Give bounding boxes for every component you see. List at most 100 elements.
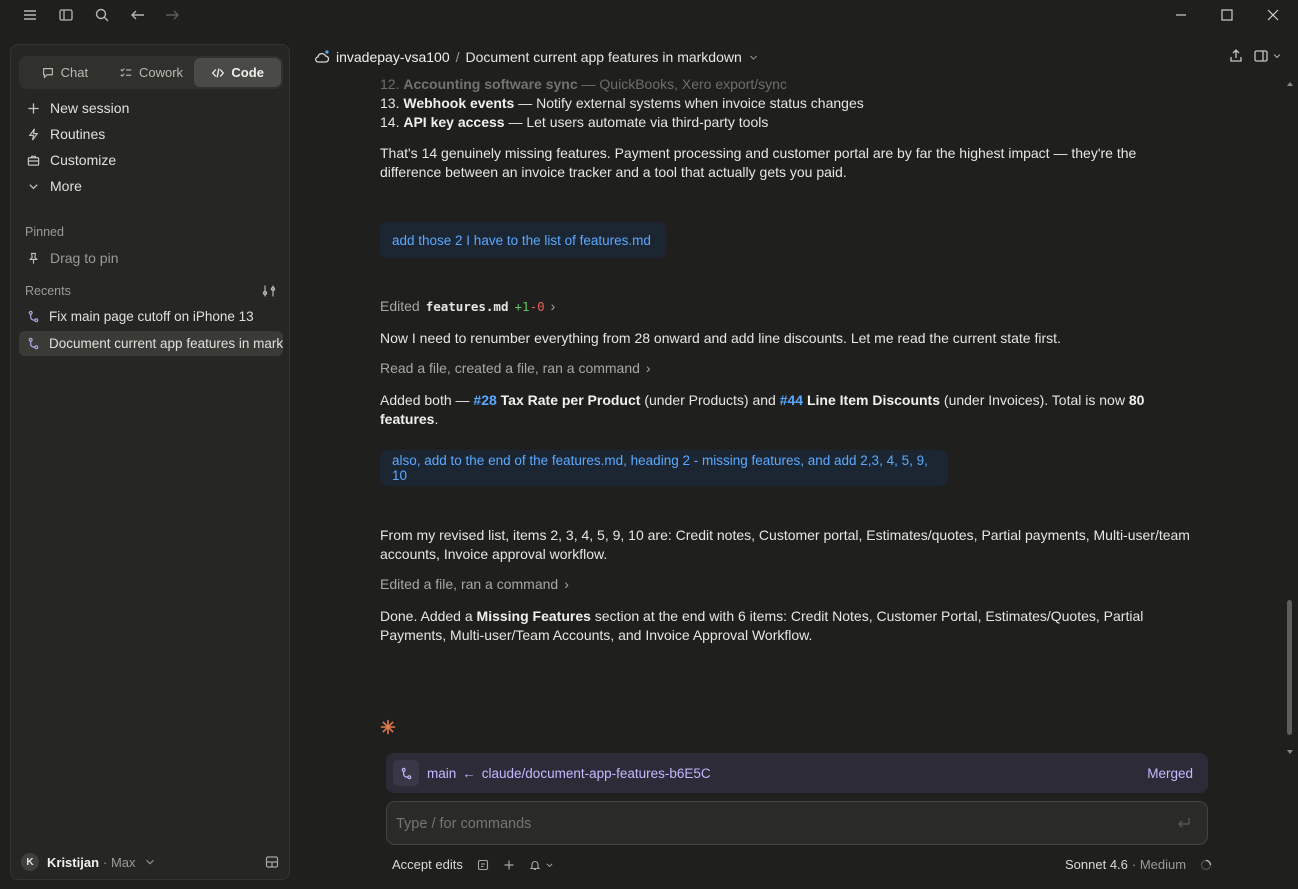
filter-icon[interactable] <box>262 284 276 298</box>
tab-chat-label: Chat <box>60 65 89 80</box>
send-icon[interactable] <box>1177 816 1191 833</box>
tool-summary[interactable]: Edited a file, ran a command › <box>380 576 569 592</box>
sidebar-toggle-icon[interactable] <box>57 6 75 24</box>
command-input[interactable] <box>396 813 1156 835</box>
text-fragment: . <box>434 411 439 427</box>
head-branch: claude/document-app-features-b6E5C <box>481 765 711 781</box>
recent-item-fix-cutoff[interactable]: Fix main page cutoff on iPhone 13 <box>19 304 283 329</box>
search-icon[interactable] <box>93 6 111 24</box>
share-icon[interactable] <box>1228 48 1244 64</box>
title-bar <box>0 0 1298 30</box>
list-item: 13. Webhook events — Notify external sys… <box>380 94 1200 113</box>
minimize-icon[interactable] <box>1170 5 1192 25</box>
item-desc: — Notify external systems when invoice s… <box>514 95 864 111</box>
item-number: 14. <box>380 114 400 130</box>
chevron-down-icon[interactable] <box>545 859 554 871</box>
user-message: add those 2 I have to the list of featur… <box>380 222 666 258</box>
forward-arrow-icon[interactable] <box>163 6 181 24</box>
effort-level: · Medium <box>1131 857 1187 872</box>
feature-ref[interactable]: #44 <box>780 392 803 408</box>
tab-code-label: Code <box>231 65 264 80</box>
plus-icon[interactable] <box>503 859 515 871</box>
recent-item-label: Document current app features in markdow… <box>49 336 283 351</box>
close-icon[interactable] <box>1262 5 1284 25</box>
new-session-button[interactable]: New session <box>27 100 129 116</box>
maximize-icon[interactable] <box>1216 5 1238 25</box>
text-fragment: (under Invoices). Total is now <box>940 392 1129 408</box>
routines-label: Routines <box>50 126 106 142</box>
tab-chat[interactable]: Chat <box>21 58 108 87</box>
chevron-down-icon <box>145 859 154 865</box>
branch-status-bar[interactable]: main ← claude/document-app-features-b6E5… <box>386 753 1208 793</box>
chevron-right-icon: › <box>645 360 651 376</box>
scroll-down-icon[interactable] <box>1287 742 1293 754</box>
composer-toolbar: Accept edits <box>392 857 554 872</box>
tab-cowork[interactable]: Cowork <box>108 58 195 87</box>
session-title[interactable]: Document current app features in markdow… <box>466 49 742 65</box>
plus-icon <box>28 102 39 114</box>
briefcase-icon <box>27 155 40 166</box>
user-menu[interactable]: K Kristijan · Max <box>21 853 156 871</box>
text-fragment: Added both — <box>380 392 474 408</box>
bell-icon[interactable] <box>529 859 541 871</box>
more-button[interactable]: More <box>27 178 82 194</box>
lines-added: +1 <box>514 299 530 314</box>
edit-summary[interactable]: Edited features.md +1-0 › <box>380 298 555 314</box>
recent-item-document-features[interactable]: Document current app features in markdow… <box>19 331 283 356</box>
customize-button[interactable]: Customize <box>27 152 116 168</box>
list-item: 12. Accounting software sync — QuickBook… <box>380 75 1200 94</box>
breadcrumb: invadepay-vsa100 / Document current app … <box>314 47 759 67</box>
back-arrow-icon[interactable] <box>129 6 147 24</box>
pin-icon <box>28 252 39 264</box>
assistant-text: Now I need to renumber everything from 2… <box>380 330 1061 346</box>
tool-summary[interactable]: Read a file, created a file, ran a comma… <box>380 360 651 376</box>
merge-arrow: ← <box>462 765 476 781</box>
chevron-right-icon: › <box>550 298 556 314</box>
list-item: 14. API key access — Let users automate … <box>380 113 1200 132</box>
avatar: K <box>21 853 39 871</box>
breadcrumb-separator: / <box>455 49 460 65</box>
item-title: API key access <box>403 114 505 130</box>
user-message: also, add to the end of the features.md,… <box>380 450 948 486</box>
lightning-icon <box>28 128 39 140</box>
code-icon <box>212 67 225 78</box>
assistant-summary: That's 14 genuinely missing features. Pa… <box>380 145 1137 180</box>
tab-code[interactable]: Code <box>194 58 282 87</box>
document-icon[interactable] <box>477 859 489 871</box>
text-fragment: Done. Added a <box>380 608 477 624</box>
item-title: Accounting software sync <box>403 76 578 92</box>
item-desc: — Let users automate via third-party too… <box>504 114 769 130</box>
base-branch: main <box>427 765 457 781</box>
spark-icon <box>380 719 396 735</box>
accept-edits-toggle[interactable]: Accept edits <box>392 857 463 872</box>
branch-icon <box>28 310 39 323</box>
user-name: Kristijan <box>47 854 100 870</box>
recent-item-label: Fix main page cutoff on iPhone 13 <box>49 309 254 324</box>
layout-icon[interactable] <box>265 855 279 869</box>
assistant-text: Added both — #28 Tax Rate per Product (u… <box>380 391 1200 429</box>
lines-removed: -0 <box>529 299 545 314</box>
chevron-right-icon: › <box>564 576 569 592</box>
item-desc: — QuickBooks, Xero export/sync <box>577 76 787 92</box>
repo-name[interactable]: invadepay-vsa100 <box>336 49 450 65</box>
panel-toggle-icon[interactable] <box>1253 48 1282 64</box>
checklist-icon <box>120 67 132 77</box>
chevron-down-icon <box>29 183 38 189</box>
branch-icon <box>28 337 39 350</box>
feature-name: Tax Rate per Product <box>496 392 641 408</box>
menu-icon[interactable] <box>21 6 39 24</box>
loading-spinner-icon <box>1200 859 1212 870</box>
routines-button[interactable]: Routines <box>27 126 105 142</box>
scrollbar-thumb[interactable] <box>1287 600 1292 735</box>
feature-ref[interactable]: #28 <box>473 392 496 408</box>
tool-summary-label: Edited a file, ran a command <box>380 576 559 592</box>
item-number: 13. <box>380 95 400 111</box>
model-selector[interactable]: Sonnet 4.6 · Medium <box>1065 857 1212 872</box>
composer <box>386 801 1208 845</box>
git-branch-icon <box>393 760 419 786</box>
chevron-down-icon[interactable] <box>748 52 759 63</box>
section-name: Missing Features <box>476 608 591 624</box>
scroll-up-icon[interactable] <box>1287 74 1293 86</box>
model-name: Sonnet 4.6 <box>1065 857 1128 872</box>
new-session-label: New session <box>50 100 130 116</box>
